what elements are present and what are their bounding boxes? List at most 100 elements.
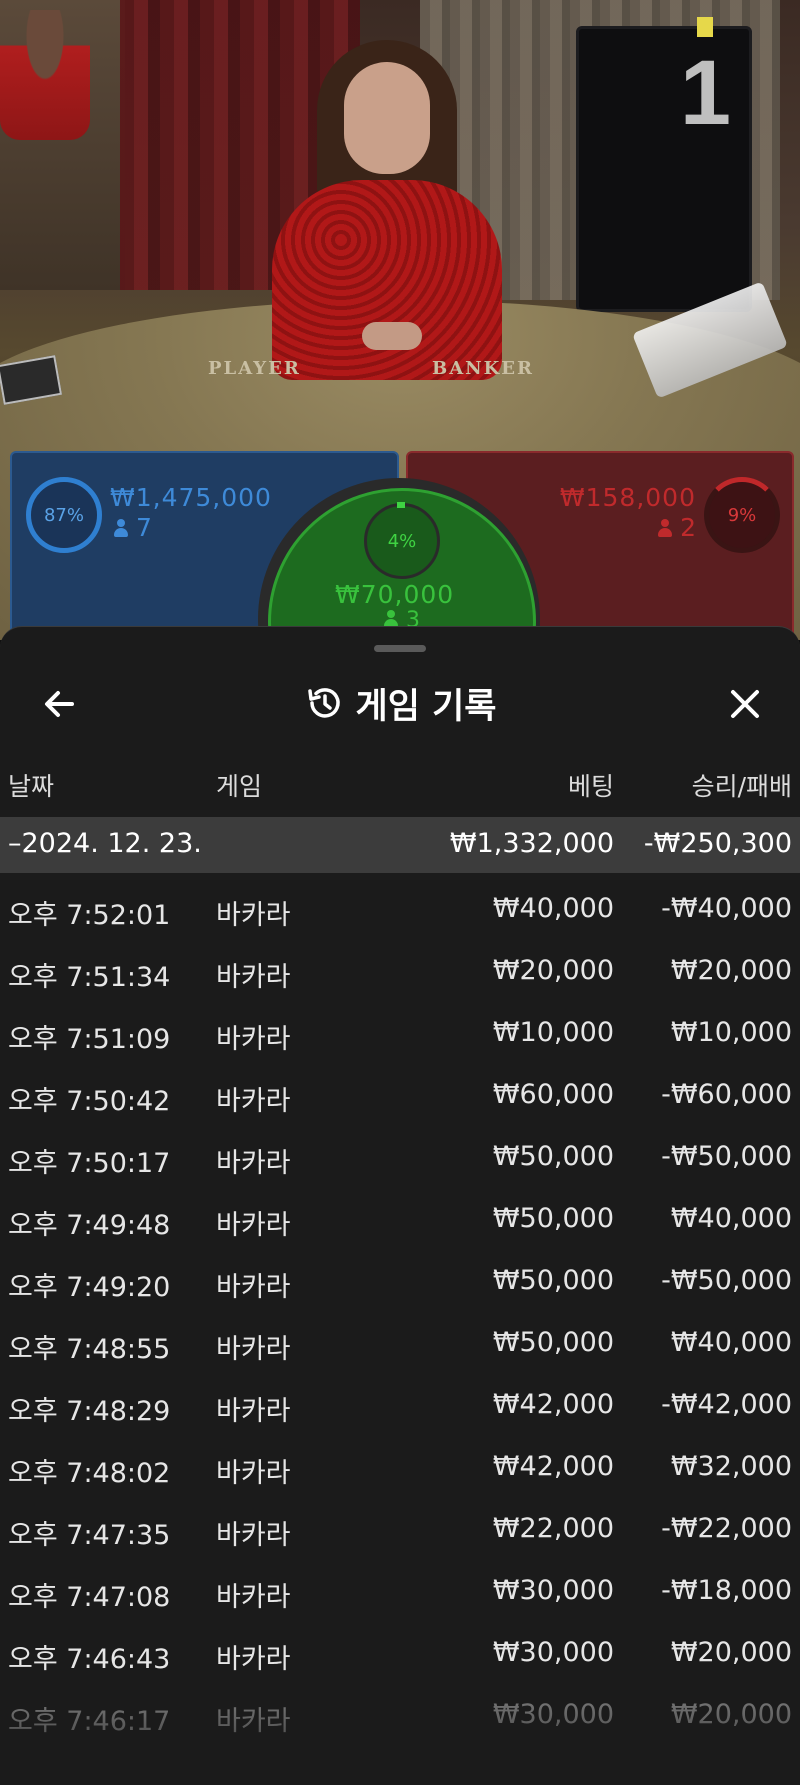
row-time: 오후 7:51:09 <box>8 1024 171 1055</box>
row-time: 오후 7:50:17 <box>8 1148 171 1179</box>
column-header-result[interactable]: 승리/패배 <box>692 767 792 803</box>
history-row[interactable]: 오후 7:48:55 바카라 ₩50,000 ₩40,000 <box>0 1311 800 1373</box>
row-time: 오후 7:50:42 <box>8 1086 171 1117</box>
row-time: 오후 7:47:35 <box>8 1520 171 1551</box>
row-time: 오후 7:46:17 <box>8 1706 171 1737</box>
person-icon <box>114 519 128 537</box>
row-result: -₩60,000 <box>661 1079 792 1110</box>
table-number-monitor: 1 <box>576 17 752 312</box>
history-row[interactable]: 오후 7:47:08 바카라 ₩30,000 -₩18,000 <box>0 1559 800 1621</box>
history-row[interactable]: 오후 7:52:01 바카라 ₩40,000 -₩40,000 <box>0 877 800 939</box>
row-result: -₩22,000 <box>661 1513 792 1544</box>
day-total-bet: ₩1,332,000 <box>449 828 614 859</box>
history-row[interactable]: 오후 7:49:20 바카라 ₩50,000 -₩50,000 <box>0 1249 800 1311</box>
column-header-game[interactable]: 게임 <box>216 767 262 803</box>
column-header-bet[interactable]: 베팅 <box>568 767 614 803</box>
row-game: 바카라 <box>216 900 291 931</box>
history-row[interactable]: 오후 7:49:48 바카라 ₩50,000 ₩40,000 <box>0 1187 800 1249</box>
row-bet: ₩42,000 <box>492 1451 614 1482</box>
row-bet: ₩60,000 <box>492 1079 614 1110</box>
row-time: 오후 7:47:08 <box>8 1582 171 1613</box>
row-bet: ₩30,000 <box>492 1637 614 1668</box>
banker-percent-ring: 9% <box>704 477 780 553</box>
history-row[interactable]: 오후 7:48:29 바카라 ₩42,000 -₩42,000 <box>0 1373 800 1435</box>
row-result: ₩10,000 <box>670 1017 792 1048</box>
dealer <box>262 40 512 380</box>
row-bet: ₩30,000 <box>492 1699 614 1730</box>
monitor-tag <box>697 17 713 37</box>
day-summary-row[interactable]: –2024. 12. 23. ₩1,332,000 -₩250,300 <box>0 817 800 873</box>
row-time: 오후 7:46:43 <box>8 1644 171 1675</box>
sheet-drag-handle[interactable] <box>374 645 426 652</box>
row-game: 바카라 <box>216 1272 291 1303</box>
row-time: 오후 7:49:20 <box>8 1272 171 1303</box>
day-date: –2024. 12. 23. <box>8 828 202 859</box>
banker-total-bet: ₩158,000 <box>559 483 696 512</box>
close-icon <box>731 690 759 718</box>
row-result: ₩32,000 <box>670 1451 792 1482</box>
row-time: 오후 7:48:29 <box>8 1396 171 1427</box>
person-icon <box>658 519 673 537</box>
row-result: ₩20,000 <box>670 1637 792 1668</box>
row-result: -₩50,000 <box>661 1265 792 1296</box>
banker-percent: 9% <box>727 504 757 526</box>
row-bet: ₩30,000 <box>492 1575 614 1606</box>
history-row[interactable]: 오후 7:46:43 바카라 ₩30,000 ₩20,000 <box>0 1621 800 1683</box>
row-game: 바카라 <box>216 1458 291 1489</box>
row-result: ₩40,000 <box>670 1203 792 1234</box>
player-percent-ring: 87% <box>26 477 102 553</box>
sheet-title: 게임 기록 <box>0 679 800 727</box>
row-result: -₩40,000 <box>661 893 792 924</box>
row-time: 오후 7:48:02 <box>8 1458 171 1489</box>
row-bet: ₩50,000 <box>492 1203 614 1234</box>
day-total-result: -₩250,300 <box>643 828 792 859</box>
row-game: 바카라 <box>216 1396 291 1427</box>
tie-percent-ring: 4% <box>364 502 440 579</box>
player-bettor-count: 7 <box>114 513 152 542</box>
table-label-player: PLAYER <box>208 358 301 379</box>
row-bet: ₩50,000 <box>492 1141 614 1172</box>
history-row[interactable]: 오후 7:50:42 바카라 ₩60,000 -₩60,000 <box>0 1063 800 1125</box>
history-row[interactable]: 오후 7:48:02 바카라 ₩42,000 ₩32,000 <box>0 1435 800 1497</box>
row-time: 오후 7:51:34 <box>8 962 171 993</box>
history-row[interactable]: 오후 7:51:09 바카라 ₩10,000 ₩10,000 <box>0 1001 800 1063</box>
row-game: 바카라 <box>216 1706 291 1737</box>
tie-percent: 4% <box>387 530 417 552</box>
table-number: 1 <box>679 42 731 144</box>
column-header-date[interactable]: 날짜 <box>8 767 54 803</box>
history-icon <box>307 688 340 718</box>
row-result: ₩40,000 <box>670 1327 792 1358</box>
row-bet: ₩22,000 <box>492 1513 614 1544</box>
row-game: 바카라 <box>216 1582 291 1613</box>
row-result: ₩20,000 <box>670 955 792 986</box>
history-row[interactable]: 오후 7:51:34 바카라 ₩20,000 ₩20,000 <box>0 939 800 1001</box>
row-result: -₩18,000 <box>661 1575 792 1606</box>
live-video-stream: 1 PLAYER BANKER 87% ₩1,475,000 7 9% ₩158… <box>0 0 800 640</box>
table-header: 날짜 게임 베팅 승리/패배 <box>0 767 800 807</box>
sheet-title-text: 게임 기록 <box>355 686 497 727</box>
tie-total-bet: ₩70,000 <box>335 580 455 609</box>
row-result: -₩42,000 <box>661 1389 792 1420</box>
row-bet: ₩20,000 <box>492 955 614 986</box>
row-game: 바카라 <box>216 962 291 993</box>
history-row[interactable]: 오후 7:50:17 바카라 ₩50,000 -₩50,000 <box>0 1125 800 1187</box>
table-label-banker: BANKER <box>432 358 534 379</box>
row-bet: ₩42,000 <box>492 1389 614 1420</box>
history-row[interactable]: 오후 7:46:17 바카라 ₩30,000 ₩20,000 <box>0 1683 800 1745</box>
row-game: 바카라 <box>216 1644 291 1675</box>
background-dealer <box>0 10 90 140</box>
row-time: 오후 7:49:48 <box>8 1210 171 1241</box>
row-bet: ₩10,000 <box>492 1017 614 1048</box>
row-game: 바카라 <box>216 1086 291 1117</box>
row-bet: ₩40,000 <box>492 893 614 924</box>
close-button[interactable] <box>718 677 772 731</box>
history-row[interactable]: 오후 7:47:35 바카라 ₩22,000 -₩22,000 <box>0 1497 800 1559</box>
row-time: 오후 7:52:01 <box>8 900 171 931</box>
game-history-sheet: 게임 기록 날짜 게임 베팅 승리/패배 –2024. 12. 23. ₩1,3… <box>0 626 800 1785</box>
row-result: -₩50,000 <box>661 1141 792 1172</box>
player-percent: 87% <box>43 504 84 526</box>
history-list: 오후 7:52:01 바카라 ₩40,000 -₩40,000 오후 7:51:34 바카… <box>0 877 800 1745</box>
row-game: 바카라 <box>216 1024 291 1055</box>
row-game: 바카라 <box>216 1334 291 1365</box>
row-game: 바카라 <box>216 1210 291 1241</box>
